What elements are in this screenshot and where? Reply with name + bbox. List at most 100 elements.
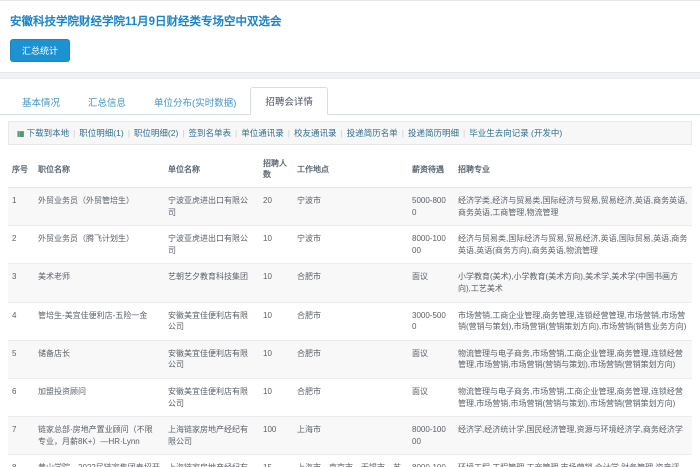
cell-company: 安徽美宜佳便利店有限公司: [164, 340, 259, 378]
cell-majors: 环境工程,工程管理,工商管理,市场营销,会计学,财务管理,资产评估,物业管理: [454, 455, 692, 467]
cell-salary: 面议: [408, 264, 454, 302]
page: 安徽科技学院财经学院11月9日财经类专场空中双选会 汇总统计 基本情况汇总信息单…: [0, 0, 700, 467]
cell-no: 3: [8, 264, 34, 302]
cell-salary: 3000-5000: [408, 302, 454, 340]
cell-no: 5: [8, 340, 34, 378]
cell-count: 10: [259, 302, 293, 340]
cell-company: 上海链家房地产经纪有限公司: [164, 455, 259, 467]
tab-basic-info[interactable]: 基本情况: [8, 89, 74, 115]
header-location: 工作地点: [293, 151, 408, 188]
cell-majors: 物流管理与电子商务,市场营销,工商企业管理,商务管理,连锁经营管理,市场营销,市…: [454, 340, 692, 378]
separator: |: [235, 128, 237, 138]
download-icon: ▦: [17, 129, 25, 138]
separator: |: [463, 128, 465, 138]
tab-unit-distribution[interactable]: 单位分布(实时数据): [140, 89, 250, 115]
header-salary: 薪资待遇: [408, 151, 454, 188]
separator: |: [341, 128, 343, 138]
cell-salary: 5000-8000: [408, 188, 454, 226]
table-row: 3 美术老师 艺朝艺夕教育科技集团 10 合肥市 面议 小学教育(美术),小学教…: [8, 264, 692, 302]
cell-majors: 经济学类,经济与贸易类,国际经济与贸易,贸易经济,英语,商务英语,商务英语,工商…: [454, 188, 692, 226]
link-resume-delivery-detail[interactable]: 投递简历明细: [408, 128, 459, 138]
cell-position: 黄山学院—2022届链家集团春招开启（全国29个城市可选）: [34, 455, 164, 467]
link-position-detail-2[interactable]: 职位明细(2): [134, 128, 178, 138]
cell-majors: 经济学,经济统计学,国民经济管理,资源与环境经济学,商务经济学: [454, 417, 692, 455]
cell-company: 宁波亚虎进出口有限公司: [164, 226, 259, 264]
header-card: 安徽科技学院财经学院11月9日财经类专场空中双选会 汇总统计: [0, 1, 700, 72]
link-resume-delivery-list[interactable]: 投递简历名单: [347, 128, 398, 138]
cell-company: 艺朝艺夕教育科技集团: [164, 264, 259, 302]
table-row: 6 加盟投资顾问 安徽美宜佳便利店有限公司 10 合肥市 面议 物流管理与电子商…: [8, 378, 692, 416]
cell-position: 外贸业务员（外贸管培生）: [34, 188, 164, 226]
title-bar: 安徽科技学院财经学院11月9日财经类专场空中双选会: [0, 7, 700, 33]
header-no: 序号: [8, 151, 34, 188]
cell-count: 100: [259, 417, 293, 455]
cell-location: 合肥市: [293, 340, 408, 378]
toolbar: ▦下载到本地|职位明细(1)|职位明细(2)|签到名单表|单位通讯录|校友通讯录…: [8, 121, 692, 145]
cell-majors: 物流管理与电子商务,市场营销,工商企业管理,商务管理,连锁经营管理,市场营销,市…: [454, 378, 692, 416]
link-unit-contacts[interactable]: 单位通讯录: [241, 128, 284, 138]
cell-company: 上海链家房地产经纪有限公司: [164, 417, 259, 455]
cell-location: 上海市: [293, 417, 408, 455]
tab-fair-details[interactable]: 招聘会详情: [250, 87, 328, 115]
link-alumni-contacts[interactable]: 校友通讯录: [294, 128, 337, 138]
cell-count: 10: [259, 340, 293, 378]
header-company: 单位名称: [164, 151, 259, 188]
cell-position: 储备店长: [34, 340, 164, 378]
button-row: 汇总统计: [0, 33, 700, 64]
card-divider: [0, 72, 700, 79]
header-count: 招聘人数: [259, 151, 293, 188]
cell-salary: 面议: [408, 378, 454, 416]
cell-count: 10: [259, 378, 293, 416]
tab-summary-info[interactable]: 汇总信息: [74, 89, 140, 115]
page-title: 安徽科技学院财经学院11月9日财经类专场空中双选会: [10, 13, 690, 29]
table-row: 5 储备店长 安徽美宜佳便利店有限公司 10 合肥市 面议 物流管理与电子商务,…: [8, 340, 692, 378]
cell-no: 1: [8, 188, 34, 226]
cell-location: 宁波市: [293, 226, 408, 264]
cell-majors: 经济与贸易类,国际经济与贸易,贸易经济,英语,国际贸易,英语,商务英语,英语(商…: [454, 226, 692, 264]
link-graduate-destination[interactable]: 毕业生去向记录 (开发中): [469, 128, 562, 138]
cell-company: 宁波亚虎进出口有限公司: [164, 188, 259, 226]
separator: |: [182, 128, 184, 138]
cell-location: 合肥市: [293, 378, 408, 416]
cell-location: 宁波市: [293, 188, 408, 226]
separator: |: [128, 128, 130, 138]
table-row: 7 链家总部·房地产置业顾问（不限专业，月薪8K+）—HR·Lynn 上海链家房…: [8, 417, 692, 455]
cell-company: 安徽美宜佳便利店有限公司: [164, 302, 259, 340]
link-position-detail-1[interactable]: 职位明细(1): [79, 128, 123, 138]
cell-no: 8: [8, 455, 34, 467]
cell-location: 上海市、南京市、无锡市、苏州市、杭州市、合肥市: [293, 455, 408, 467]
cell-majors: 市场营销,工商企业管理,商务管理,连锁经营管理,市场营销,市场营销(营销与策划)…: [454, 302, 692, 340]
cell-position: 管培生-美宜佳便利店-五险一金: [34, 302, 164, 340]
cell-position: 链家总部·房地产置业顾问（不限专业，月薪8K+）—HR·Lynn: [34, 417, 164, 455]
summary-stats-button[interactable]: 汇总统计: [10, 39, 70, 62]
table-row: 2 外贸业务员（腾飞计划生） 宁波亚虎进出口有限公司 10 宁波市 8000-1…: [8, 226, 692, 264]
cell-salary: 8000-10000: [408, 226, 454, 264]
cell-majors: 小学教育(美术),小学教育(美术方向),美术学,美术学(中国书画方向),工艺美术: [454, 264, 692, 302]
cell-position: 加盟投资顾问: [34, 378, 164, 416]
link-download-local[interactable]: ▦下载到本地: [17, 128, 69, 138]
table-header-row: 序号 职位名称 单位名称 招聘人数 工作地点 薪资待遇 招聘专业: [8, 151, 692, 188]
table-row: 8 黄山学院—2022届链家集团春招开启（全国29个城市可选） 上海链家房地产经…: [8, 455, 692, 467]
cell-no: 2: [8, 226, 34, 264]
table-row: 1 外贸业务员（外贸管培生） 宁波亚虎进出口有限公司 20 宁波市 5000-8…: [8, 188, 692, 226]
cell-location: 合肥市: [293, 264, 408, 302]
cell-count: 15: [259, 455, 293, 467]
table-row: 4 管培生-美宜佳便利店-五险一金 安徽美宜佳便利店有限公司 10 合肥市 30…: [8, 302, 692, 340]
cell-company: 安徽美宜佳便利店有限公司: [164, 378, 259, 416]
cell-count: 10: [259, 264, 293, 302]
cell-position: 美术老师: [34, 264, 164, 302]
positions-table: 序号 职位名称 单位名称 招聘人数 工作地点 薪资待遇 招聘专业 1 外贸业务员…: [8, 151, 692, 467]
separator: |: [288, 128, 290, 138]
cell-salary: 8000-10000: [408, 417, 454, 455]
cell-salary: 面议: [408, 340, 454, 378]
cell-no: 4: [8, 302, 34, 340]
link-signin-list[interactable]: 签到名单表: [189, 128, 232, 138]
cell-location: 合肥市: [293, 302, 408, 340]
cell-count: 20: [259, 188, 293, 226]
header-majors: 招聘专业: [454, 151, 692, 188]
cell-no: 7: [8, 417, 34, 455]
cell-salary: 8000-10000: [408, 455, 454, 467]
separator: |: [73, 128, 75, 138]
cell-count: 10: [259, 226, 293, 264]
content-card: 基本情况汇总信息单位分布(实时数据)招聘会详情 ▦下载到本地 | 职位明细(1) | 职…: [0, 79, 700, 467]
